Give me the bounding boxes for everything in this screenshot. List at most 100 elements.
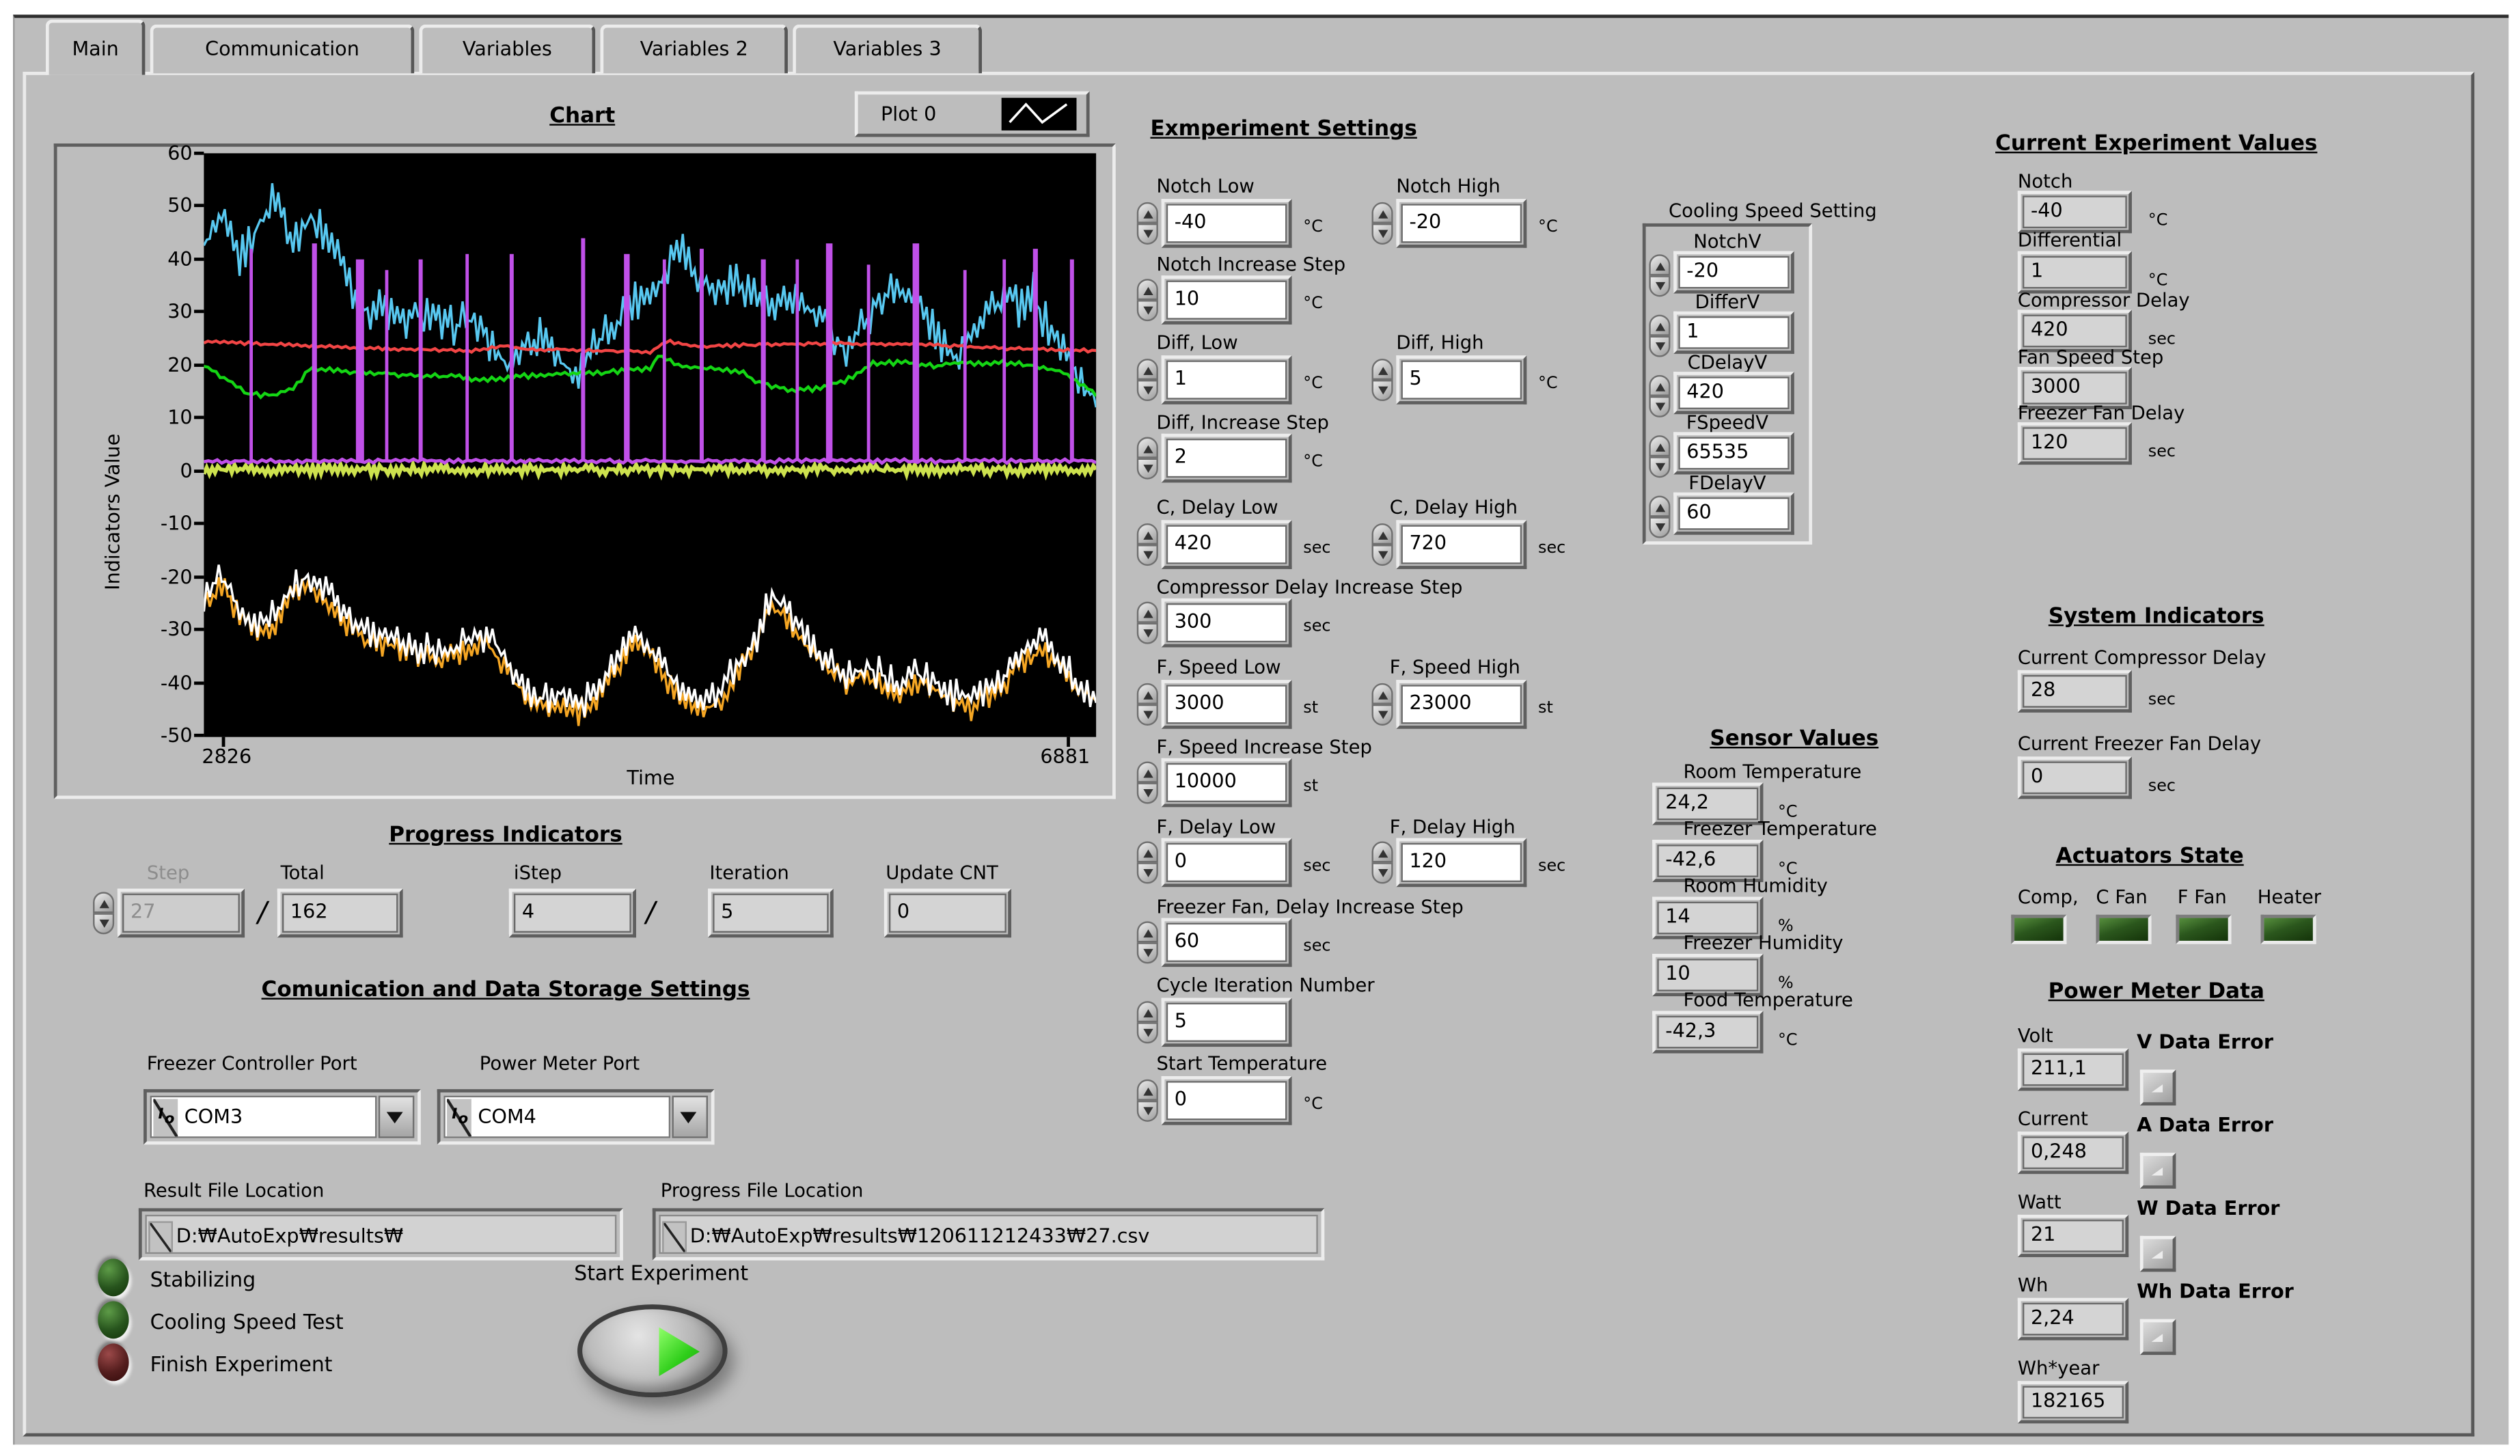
spinner-up-icon[interactable] xyxy=(1137,437,1158,458)
spinner-up-icon[interactable] xyxy=(1137,202,1158,223)
notchv-field[interactable]: -20 xyxy=(1673,251,1794,294)
tab-variables[interactable]: Variables xyxy=(419,25,595,74)
fspeed-high-field[interactable]: 23000 xyxy=(1396,680,1526,729)
power-port-combo[interactable]: COM4 xyxy=(437,1089,715,1144)
spinner-up-icon[interactable] xyxy=(1649,254,1670,275)
fdelay-step-field[interactable]: 60 xyxy=(1162,918,1292,967)
fspeed-high-spinner[interactable] xyxy=(1372,683,1393,726)
fdelayv-spinner[interactable] xyxy=(1649,495,1670,538)
fspeed-low-field[interactable]: 3000 xyxy=(1162,680,1292,729)
spinner-up-icon[interactable] xyxy=(1649,495,1670,517)
spinner-down-icon[interactable] xyxy=(1372,380,1393,401)
tab-main[interactable]: Main xyxy=(46,20,146,75)
spinner-down-icon[interactable] xyxy=(1137,380,1158,401)
fspeed-step-spinner[interactable] xyxy=(1137,761,1158,803)
spinner-up-icon[interactable] xyxy=(1372,359,1393,380)
diff-step-spinner[interactable] xyxy=(1137,437,1158,480)
spinner-down-icon[interactable] xyxy=(1137,782,1158,803)
progress-file-path-field[interactable]: D:₩AutoExp₩results₩120611212433₩27.csv xyxy=(653,1208,1324,1260)
spinner-down-icon[interactable] xyxy=(1137,942,1158,963)
cycle-iteration-field[interactable]: 5 xyxy=(1162,998,1292,1047)
spinner-up-icon[interactable] xyxy=(1137,1080,1158,1101)
wh-data-error-button[interactable] xyxy=(2140,1319,2176,1356)
freezer-port-value[interactable]: COM3 xyxy=(184,1105,243,1128)
spinner-down-icon[interactable] xyxy=(1372,704,1393,726)
plot-line-icon[interactable] xyxy=(1002,98,1077,131)
tab-variables-2[interactable]: Variables 2 xyxy=(600,25,788,74)
tab-variables-3[interactable]: Variables 3 xyxy=(793,25,982,74)
spinner-down-icon[interactable] xyxy=(1137,223,1158,245)
fdelay-high-field[interactable]: 120 xyxy=(1396,838,1526,888)
spinner-up-icon[interactable] xyxy=(1137,602,1158,623)
a-data-error-button[interactable] xyxy=(2140,1153,2176,1189)
power-port-value[interactable]: COM4 xyxy=(478,1105,536,1128)
diff-low-field[interactable]: 1 xyxy=(1162,355,1292,404)
spinner-up-icon[interactable] xyxy=(1137,523,1158,545)
spinner-up-icon[interactable] xyxy=(1137,761,1158,782)
fspeedv-field[interactable]: 65535 xyxy=(1673,432,1794,474)
spinner-down-icon[interactable] xyxy=(1137,300,1158,321)
spinner-down-icon[interactable] xyxy=(1372,223,1393,245)
fdelay-low-field[interactable]: 0 xyxy=(1162,838,1292,888)
fdelay-step-spinner[interactable] xyxy=(1137,921,1158,963)
cdelay-step-spinner[interactable] xyxy=(1137,602,1158,644)
spinner-up-icon[interactable] xyxy=(1137,921,1158,942)
cdelay-high-spinner[interactable] xyxy=(1372,523,1393,566)
spinner-down-icon[interactable] xyxy=(93,913,114,934)
start-temperature-field[interactable]: 0 xyxy=(1162,1076,1292,1125)
fdelayv-field[interactable]: 60 xyxy=(1673,493,1794,535)
spinner-up-icon[interactable] xyxy=(1649,315,1670,336)
start-experiment-button[interactable] xyxy=(577,1304,728,1397)
fdelay-low-spinner[interactable] xyxy=(1137,841,1158,883)
diff-high-spinner[interactable] xyxy=(1372,359,1393,401)
spinner-down-icon[interactable] xyxy=(1137,545,1158,566)
spinner-up-icon[interactable] xyxy=(93,892,114,913)
diff-high-field[interactable]: 5 xyxy=(1396,355,1526,404)
spinner-up-icon[interactable] xyxy=(1137,1001,1158,1022)
v-data-error-button[interactable] xyxy=(2140,1069,2176,1105)
fspeed-low-spinner[interactable] xyxy=(1137,683,1158,726)
result-file-path-value[interactable]: D:₩AutoExp₩results₩ xyxy=(176,1224,403,1247)
spinner-up-icon[interactable] xyxy=(1137,841,1158,862)
spinner-down-icon[interactable] xyxy=(1137,1101,1158,1122)
start-temperature-spinner[interactable] xyxy=(1137,1080,1158,1122)
combo-dropdown-icon[interactable] xyxy=(672,1096,708,1138)
spinner-down-icon[interactable] xyxy=(1649,517,1670,538)
cdelay-high-field[interactable]: 720 xyxy=(1396,520,1526,569)
differv-field[interactable]: 1 xyxy=(1673,312,1794,354)
fspeed-step-field[interactable]: 10000 xyxy=(1162,758,1292,808)
step-spinner[interactable] xyxy=(93,892,114,934)
diff-low-spinner[interactable] xyxy=(1137,359,1158,401)
notch-high-spinner[interactable] xyxy=(1372,202,1393,245)
notch-low-spinner[interactable] xyxy=(1137,202,1158,245)
spinner-down-icon[interactable] xyxy=(1372,862,1393,883)
notch-low-field[interactable]: -40 xyxy=(1162,199,1292,248)
spinner-up-icon[interactable] xyxy=(1137,279,1158,300)
freezer-port-combo[interactable]: COM3 xyxy=(143,1089,421,1144)
tab-communication[interactable]: Communication xyxy=(150,25,415,74)
cdelay-low-field[interactable]: 420 xyxy=(1162,520,1292,569)
spinner-down-icon[interactable] xyxy=(1137,862,1158,883)
spinner-up-icon[interactable] xyxy=(1649,375,1670,396)
cycle-iteration-spinner[interactable] xyxy=(1137,1001,1158,1043)
spinner-up-icon[interactable] xyxy=(1137,683,1158,704)
fdelay-high-spinner[interactable] xyxy=(1372,841,1393,883)
spinner-down-icon[interactable] xyxy=(1137,704,1158,726)
chart-legend[interactable]: Plot 0 xyxy=(855,92,1090,137)
spinner-down-icon[interactable] xyxy=(1372,545,1393,566)
cdelay-step-field[interactable]: 300 xyxy=(1162,599,1292,648)
spinner-up-icon[interactable] xyxy=(1137,359,1158,380)
notch-high-field[interactable]: -20 xyxy=(1396,199,1526,248)
diff-step-field[interactable]: 2 xyxy=(1162,434,1292,483)
spinner-down-icon[interactable] xyxy=(1137,458,1158,480)
w-data-error-button[interactable] xyxy=(2140,1236,2176,1272)
spinner-up-icon[interactable] xyxy=(1372,523,1393,545)
spinner-down-icon[interactable] xyxy=(1137,623,1158,644)
result-file-path-field[interactable]: D:₩AutoExp₩results₩ xyxy=(139,1208,623,1260)
spinner-up-icon[interactable] xyxy=(1649,435,1670,456)
spinner-down-icon[interactable] xyxy=(1137,1022,1158,1043)
spinner-up-icon[interactable] xyxy=(1372,683,1393,704)
cdelay-low-spinner[interactable] xyxy=(1137,523,1158,566)
combo-dropdown-icon[interactable] xyxy=(379,1096,415,1138)
notch-step-field[interactable]: 10 xyxy=(1162,275,1292,325)
